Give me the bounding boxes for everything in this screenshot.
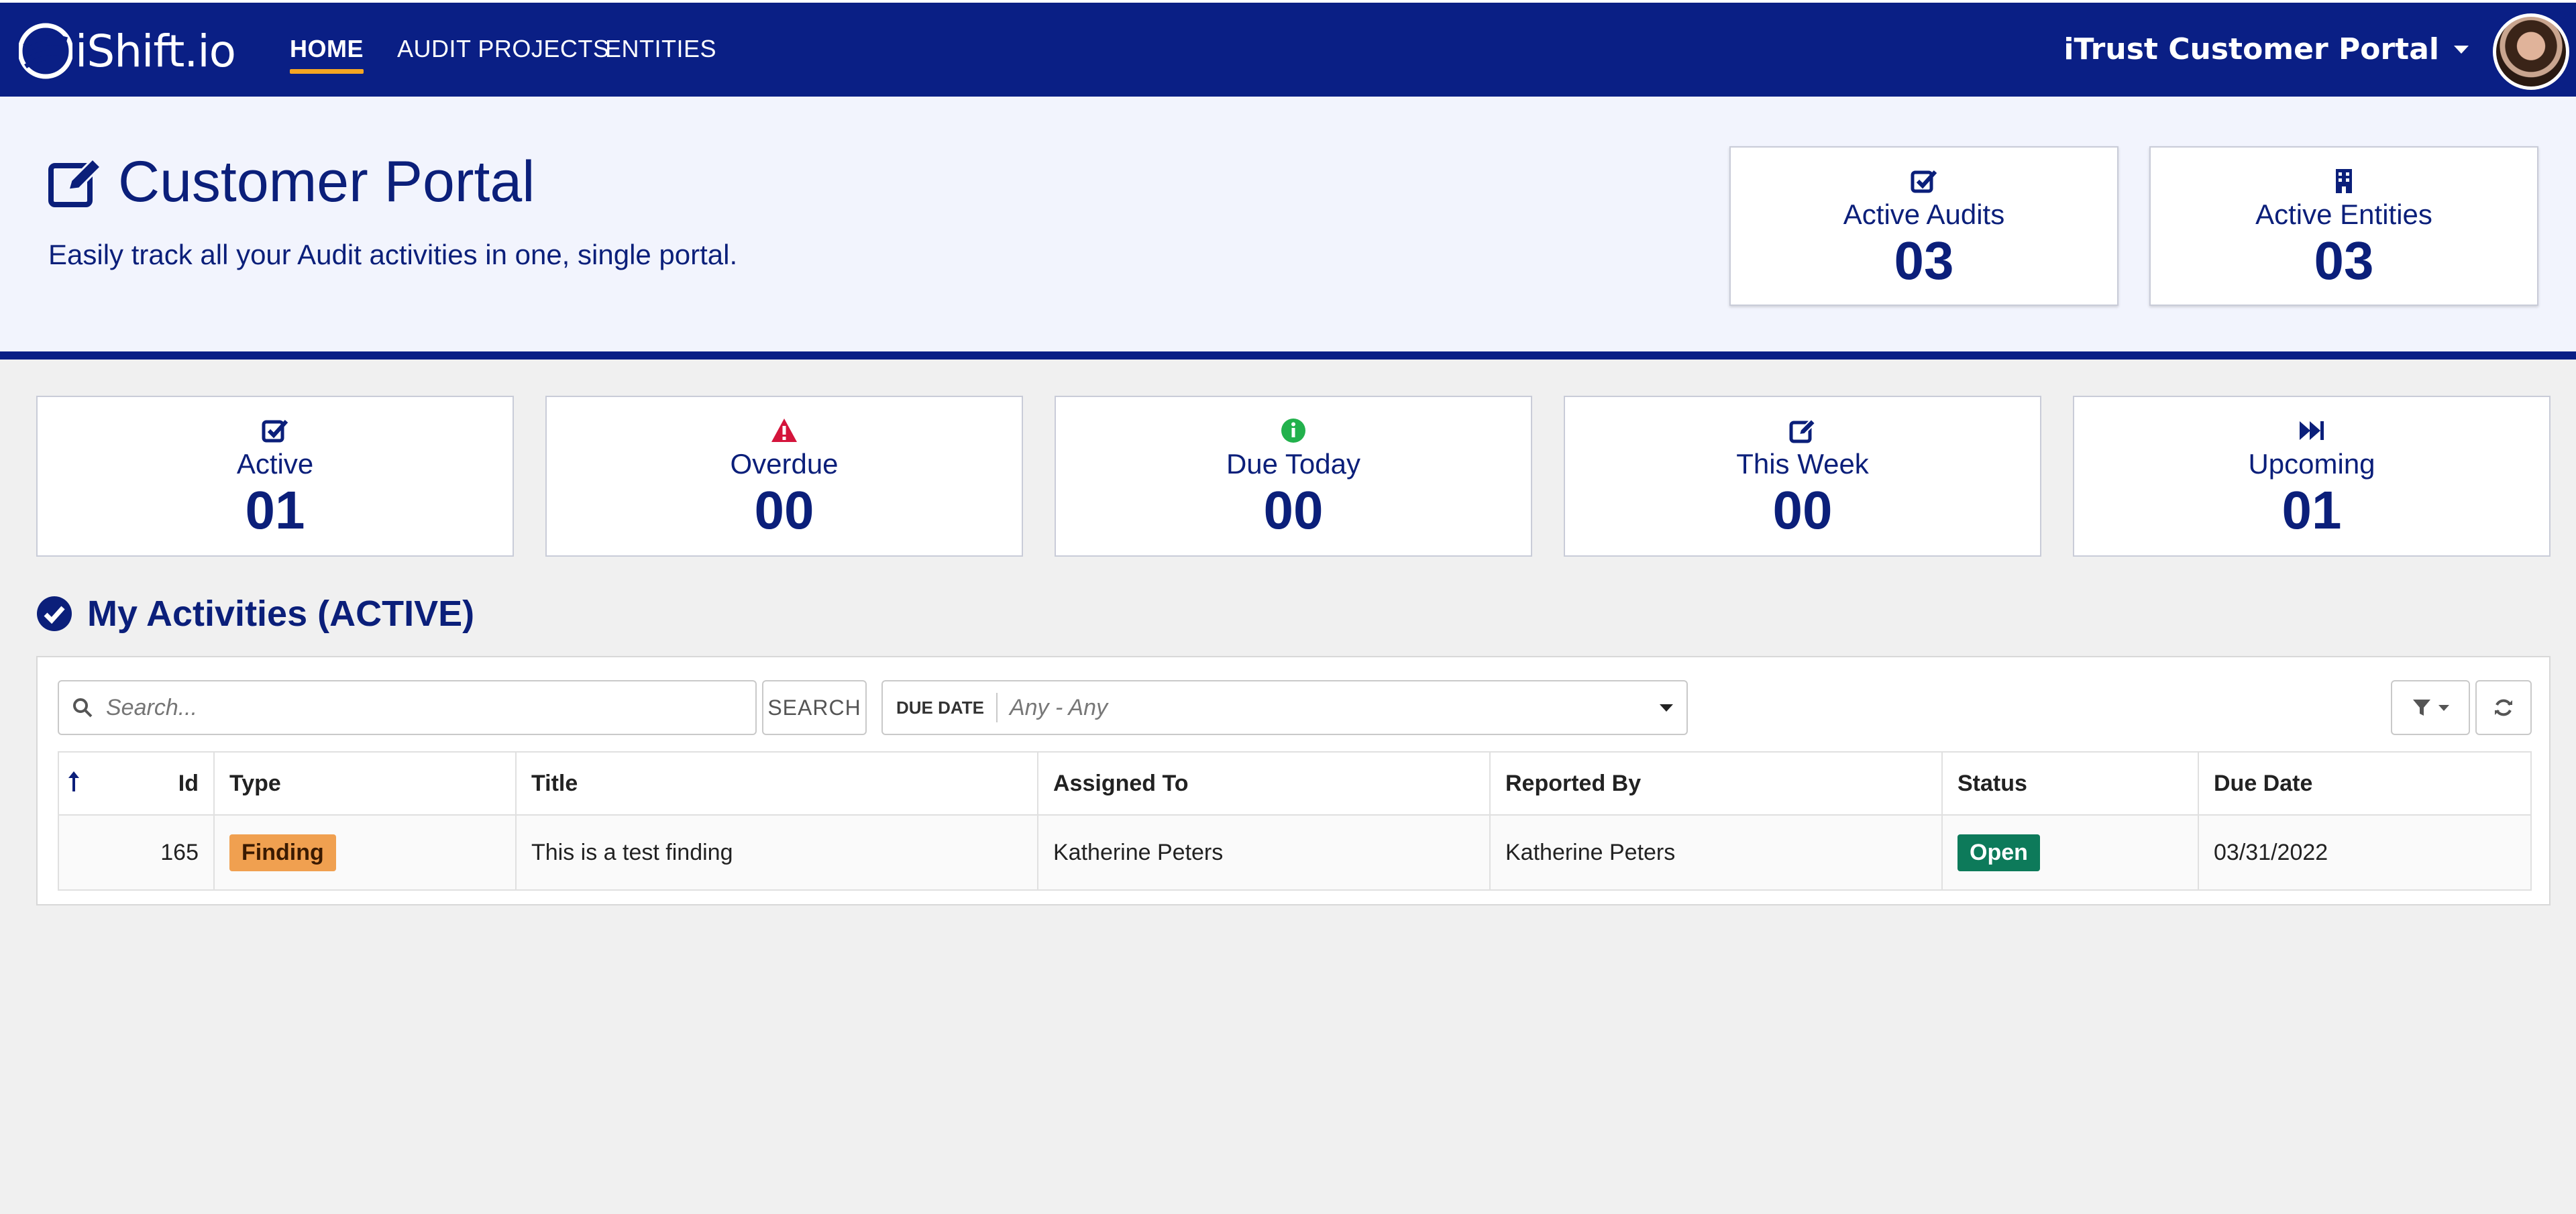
warning-triangle-icon [771, 419, 797, 442]
edit-icon [48, 157, 103, 207]
stat-card-due-today[interactable]: Due Today 00 [1055, 396, 1532, 557]
stat-value: 01 [2282, 480, 2342, 540]
column-header-due-date[interactable]: Due Date [2198, 751, 2532, 816]
logo[interactable]: iShift.io [19, 17, 236, 85]
stat-label: Due Today [1226, 448, 1361, 480]
stat-card-active[interactable]: Active 01 [36, 396, 514, 557]
info-circle-icon [1281, 419, 1305, 443]
nav-link-home[interactable]: HOME [290, 35, 364, 74]
search-input[interactable] [105, 694, 708, 722]
portal-menu[interactable]: iTrust Customer Portal [2063, 32, 2469, 66]
sort-up-icon[interactable] [67, 770, 80, 793]
caret-down-icon [1660, 704, 1673, 712]
logo-text: iShift.io [75, 25, 236, 77]
column-header-id[interactable]: Id [58, 751, 215, 816]
card-value: 03 [1894, 231, 1954, 290]
section-heading: My Activities (ACTIVE) [36, 593, 474, 634]
status-badge: Open [1957, 834, 2040, 871]
activities-table: Id Type Title Assigned To Reported By St… [58, 751, 2532, 891]
cell-title[interactable]: This is a test finding [515, 814, 1038, 891]
filter-icon [2413, 700, 2430, 716]
page-title-text: Customer Portal [118, 150, 535, 214]
cell-due-date: 03/31/2022 [2198, 814, 2532, 891]
stat-value: 00 [1263, 480, 1324, 540]
stat-label: Overdue [730, 448, 839, 480]
stat-value: 01 [245, 480, 305, 540]
caret-down-icon [2454, 45, 2469, 54]
check-square-icon [262, 419, 288, 443]
ishift-logo-icon [19, 23, 72, 79]
column-header-title[interactable]: Title [515, 751, 1038, 816]
avatar[interactable] [2493, 13, 2569, 90]
refresh-icon [2495, 699, 2512, 716]
stat-card-overdue[interactable]: Overdue 00 [545, 396, 1023, 557]
cell-status: Open [1941, 814, 2199, 891]
cell-id: 165 [58, 814, 215, 891]
cell-assigned-to: Katherine Peters [1037, 814, 1491, 891]
due-date-label: DUE DATE [883, 693, 998, 722]
active-entities-card[interactable]: Active Entities 03 [2149, 146, 2538, 306]
nav-link-entities[interactable]: ENTITIES [605, 35, 716, 63]
stat-card-upcoming[interactable]: Upcoming 01 [2073, 396, 2551, 557]
cell-reported-by: Katherine Peters [1489, 814, 1943, 891]
due-date-filter[interactable]: DUE DATE Any - Any [881, 680, 1688, 735]
check-circle-icon [37, 596, 72, 631]
stat-card-this-week[interactable]: This Week 00 [1564, 396, 2041, 557]
hero-banner: Customer Portal Easily track all your Au… [0, 97, 2576, 360]
page-subtitle: Easily track all your Audit activities i… [48, 239, 738, 270]
search-box [58, 680, 757, 735]
due-date-value: Any - Any [1009, 694, 1108, 720]
type-badge: Finding [229, 834, 336, 871]
top-nav: iShift.io HOME AUDIT PROJECTS ENTITIES i… [0, 0, 2576, 97]
section-heading-text: My Activities (ACTIVE) [87, 594, 475, 634]
table-row[interactable]: 165 Finding This is a test finding Kathe… [58, 814, 2532, 891]
refresh-button[interactable] [2475, 680, 2532, 735]
search-icon [73, 698, 93, 718]
column-header-reported-by[interactable]: Reported By [1489, 751, 1943, 816]
caret-down-icon [2438, 704, 2449, 711]
column-header-type[interactable]: Type [213, 751, 517, 816]
activities-panel: SEARCH DUE DATE Any - Any Id [36, 656, 2551, 905]
filter-button[interactable] [2391, 680, 2470, 735]
nav-link-audit-projects[interactable]: AUDIT PROJECTS [397, 35, 609, 63]
stat-value: 00 [1772, 480, 1833, 540]
card-value: 03 [2314, 231, 2374, 290]
card-label: Active Audits [1843, 199, 2005, 230]
building-icon [2336, 169, 2352, 193]
portal-menu-label: iTrust Customer Portal [2063, 32, 2439, 66]
fast-forward-icon [2300, 421, 2324, 440]
column-header-assigned-to[interactable]: Assigned To [1037, 751, 1491, 816]
active-audits-card[interactable]: Active Audits 03 [1729, 146, 2118, 306]
edit-icon [1789, 418, 1816, 443]
stat-label: Upcoming [2248, 448, 2375, 480]
search-button[interactable]: SEARCH [762, 680, 867, 735]
stat-value: 00 [754, 480, 814, 540]
column-header-status[interactable]: Status [1941, 751, 2199, 816]
card-label: Active Entities [2255, 199, 2432, 230]
table-header-row: Id Type Title Assigned To Reported By St… [58, 751, 2532, 816]
cell-type: Finding [213, 814, 517, 891]
stat-label: This Week [1736, 448, 1869, 480]
stat-label: Active [236, 448, 314, 480]
page-title: Customer Portal [48, 149, 535, 215]
check-square-icon [1911, 170, 1937, 193]
